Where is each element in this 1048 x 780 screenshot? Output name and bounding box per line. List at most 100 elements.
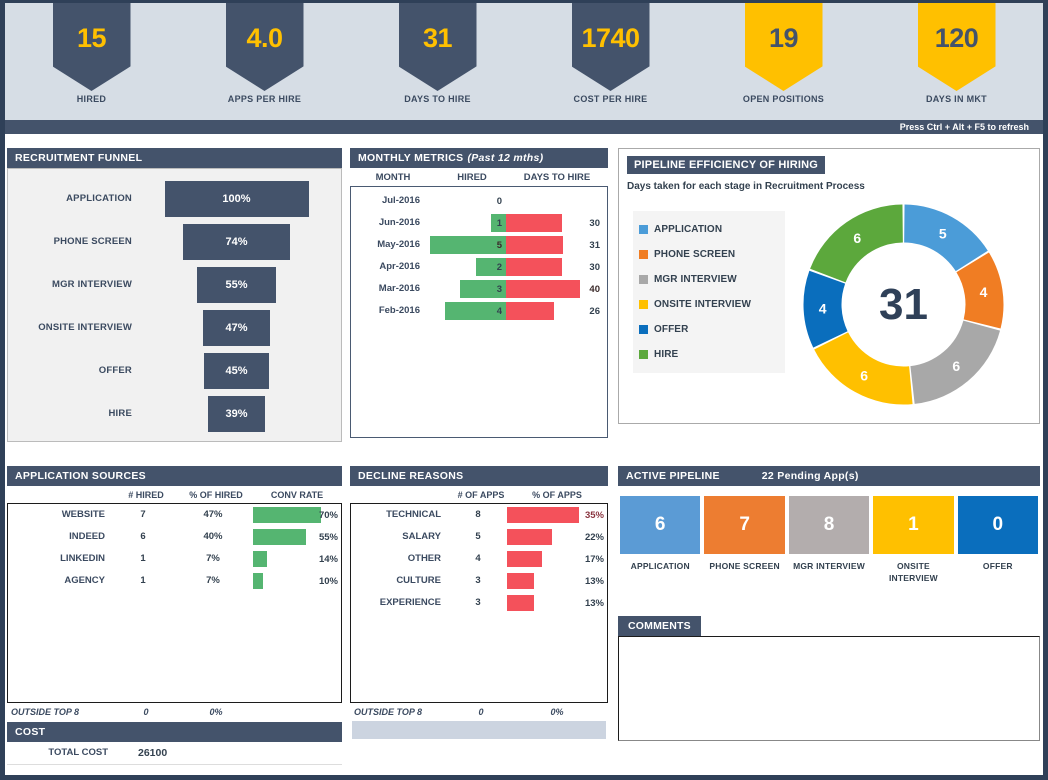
legend-swatch-icon: [639, 325, 648, 334]
donut-segment-value: 6: [952, 358, 960, 374]
kpi-card-apps-per-hire: 4.0APPS PER HIRE: [178, 3, 351, 120]
column-header-hired: HIRED: [432, 172, 512, 183]
comments-panel: COMMENTS: [618, 616, 1040, 756]
comments-input[interactable]: [618, 636, 1040, 741]
funnel-row: ONSITE INTERVIEW47%: [14, 310, 331, 346]
table-row: TECHNICAL835%: [351, 504, 607, 526]
legend-label: HIRE: [654, 349, 678, 360]
kpi-ribbon: 4.0: [226, 3, 304, 91]
legend-label: ONSITE INTERVIEW: [654, 299, 751, 310]
cost-header: COST: [7, 722, 342, 742]
days-to-hire-value: 30: [589, 262, 600, 273]
pipeline-stage-count[interactable]: 6: [620, 496, 700, 554]
application-sources-table: WEBSITE747%70%INDEED640%55%LINKEDIN17%14…: [7, 503, 342, 703]
decline-pct-value: 17%: [585, 554, 604, 565]
pipeline-stage-count[interactable]: 7: [704, 496, 784, 554]
conv-rate-value: 55%: [319, 532, 338, 543]
funnel-row: MGR INTERVIEW55%: [14, 267, 331, 303]
column-header-num-apps: # OF APPS: [452, 490, 510, 500]
pipeline-stage-label: PHONE SCREEN: [709, 560, 779, 572]
pipeline-stage-card-mgr-interview[interactable]: 8 MGR INTERVIEW: [789, 496, 869, 584]
kpi-ribbon: 15: [53, 3, 131, 91]
application-sources-header: APPLICATION SOURCES: [7, 466, 342, 486]
decline-reason-name: SALARY: [351, 526, 449, 548]
conv-rate-value: 10%: [319, 576, 338, 587]
table-row: Feb-20164 26: [354, 300, 604, 322]
legend-label: MGR INTERVIEW: [654, 274, 737, 285]
pipeline-efficiency-donut-chart: 546646 31: [796, 197, 1011, 412]
legend-item: ONSITE INTERVIEW: [639, 292, 779, 317]
refresh-hint-text: Press Ctrl + Alt + F5 to refresh: [900, 122, 1029, 132]
decline-pct-data-bar: [507, 551, 542, 567]
source-name: LINKEDIN: [8, 548, 113, 570]
funnel-track: 100%: [142, 181, 331, 217]
table-row: May-2016531: [354, 234, 604, 256]
kpi-label: COST PER HIRE: [574, 94, 648, 104]
days-to-hire-data-bar: [506, 236, 563, 254]
month-label: Feb-2016: [354, 300, 426, 322]
table-row: OTHER417%: [351, 548, 607, 570]
active-pipeline-tiles: 6APPLICATION7 PHONE SCREEN 8 MGR INTERVIEW 1…: [618, 486, 1040, 584]
kpi-card-days-in-mkt: 120DAYS IN MKT: [870, 3, 1043, 120]
active-pipeline-panel: ACTIVE PIPELINE 22 Pending App(s) 6APPLI…: [618, 466, 1040, 616]
source-name: WEBSITE: [8, 504, 113, 526]
pipeline-stage-label: MGR INTERVIEW: [793, 560, 865, 572]
pipeline-stage-card-phone-screen[interactable]: 7 PHONE SCREEN: [704, 496, 784, 584]
monthly-metrics-header: MONTHLY METRICS (Past 12 mths): [350, 148, 608, 168]
hired-cell: 2: [426, 256, 506, 278]
kpi-value: 31: [423, 23, 452, 54]
pipeline-stage-count[interactable]: 1: [873, 496, 953, 554]
active-pipeline-title: ACTIVE PIPELINE: [626, 470, 720, 482]
days-to-hire-cell: [506, 190, 604, 212]
kpi-value: 4.0: [246, 23, 282, 54]
column-header-reason: [354, 490, 452, 500]
frame-edge-bottom: [0, 775, 1048, 780]
funnel-bar: 100%: [165, 181, 309, 217]
decline-pct-cell: 35%: [507, 504, 607, 526]
decline-outside-top8-pct: 0%: [510, 707, 604, 717]
decline-outside-top8-apps: 0: [452, 707, 510, 717]
recruitment-funnel-panel: RECRUITMENT FUNNEL APPLICATION100%PHONE …: [7, 148, 342, 446]
legend-item: APPLICATION: [639, 217, 779, 242]
kpi-label: OPEN POSITIONS: [743, 94, 824, 104]
days-to-hire-value: 26: [589, 306, 600, 317]
table-row: WEBSITE747%70%: [8, 504, 341, 526]
pipeline-stage-count[interactable]: 0: [958, 496, 1038, 554]
funnel-track: 45%: [142, 353, 331, 389]
funnel-stage-label: OFFER: [14, 365, 142, 376]
monthly-metrics-table: Jul-20160Jun-2016130May-2016531Apr-20162…: [350, 186, 608, 438]
funnel-stage-label: ONSITE INTERVIEW: [14, 322, 142, 333]
total-cost-value: 26100: [116, 747, 167, 759]
kpi-label: DAYS IN MKT: [926, 94, 987, 104]
legend-item: HIRE: [639, 342, 779, 367]
decline-pct-data-bar: [507, 595, 534, 611]
hired-cell: 4: [426, 300, 506, 322]
kpi-value: 1740: [581, 23, 639, 54]
pipeline-stage-card-offer[interactable]: 0OFFER: [958, 496, 1038, 584]
source-pct-hired: 7%: [173, 570, 253, 592]
table-row: LINKEDIN17%14%: [8, 548, 341, 570]
pipeline-stage-card-application[interactable]: 6APPLICATION: [620, 496, 700, 584]
pipeline-stage-card-onsite-interview[interactable]: 1 ONSITE INTERVIEW: [873, 496, 953, 584]
hired-cell: 3: [426, 278, 506, 300]
pipeline-stage-count[interactable]: 8: [789, 496, 869, 554]
cost-body: TOTAL COST 26100: [7, 742, 342, 765]
decline-pct-value: 22%: [585, 532, 604, 543]
column-header-conv-rate: CONV RATE: [256, 490, 338, 500]
source-name: AGENCY: [8, 570, 113, 592]
pipeline-stage-label: ONSITE INTERVIEW: [873, 560, 953, 584]
funnel-track: 74%: [142, 224, 331, 260]
table-row: Jun-2016130: [354, 212, 604, 234]
monthly-metrics-subtitle: (Past 12 mths): [467, 152, 543, 164]
funnel-row: OFFER45%: [14, 353, 331, 389]
days-to-hire-data-bar: [506, 302, 554, 320]
source-pct-hired: 40%: [173, 526, 253, 548]
decline-pct-cell: 22%: [507, 526, 607, 548]
source-hired-count: 1: [113, 548, 173, 570]
decline-reasons-header: DECLINE REASONS: [350, 466, 608, 486]
source-pct-hired: 7%: [173, 548, 253, 570]
days-to-hire-cell: 26: [506, 300, 604, 322]
source-conv-rate-cell: 14%: [253, 548, 341, 570]
column-header-days-to-hire: DAYS TO HIRE: [512, 172, 602, 183]
decline-pct-data-bar: [507, 573, 534, 589]
